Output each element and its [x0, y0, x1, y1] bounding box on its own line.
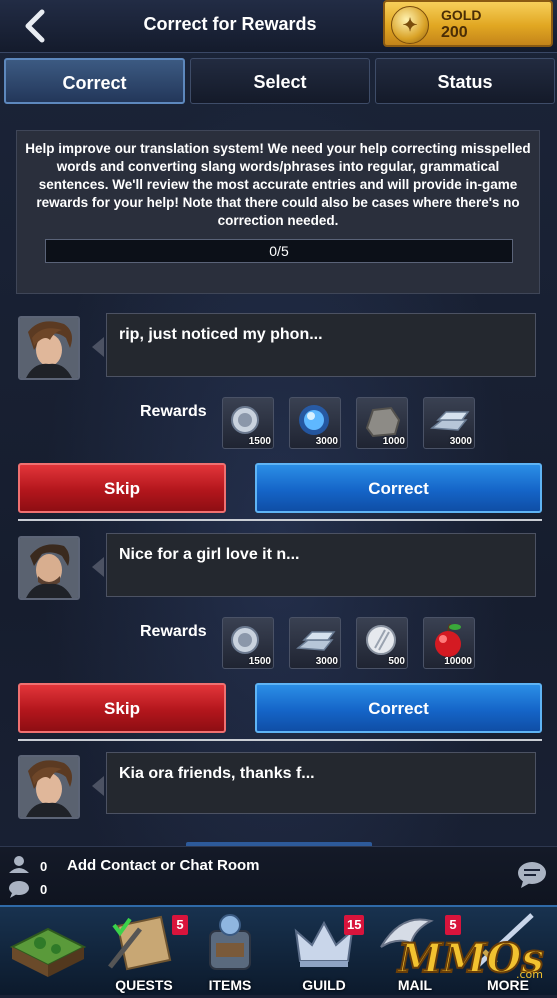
page-title: Correct for Rewards	[143, 14, 317, 34]
nav-quests[interactable]: 5 QUESTS	[100, 907, 188, 995]
correct-button[interactable]: Correct	[255, 463, 542, 513]
nav-items[interactable]: ITEMS	[186, 907, 274, 995]
progress-bar: 0/5	[45, 239, 513, 263]
guild-badge: 15	[344, 915, 365, 935]
gold-coin-icon: ✦	[391, 6, 429, 44]
reward-silver-ingot: 3000	[289, 617, 341, 669]
mmos-watermark-logo: MMOs .com	[392, 928, 552, 984]
contacts-count: 0	[40, 859, 48, 874]
message-bubble[interactable]: Kia ora friends, thanks f...	[106, 752, 536, 814]
bubble-tip	[92, 337, 104, 357]
add-contact-link[interactable]: Add Contact or Chat Room	[67, 857, 260, 874]
avatar	[18, 536, 80, 600]
gold-button[interactable]: ✦ GOLD 200	[383, 0, 553, 47]
world-map-icon	[9, 927, 87, 977]
reward-blue-orb: 3000	[289, 397, 341, 449]
bubble-tip	[92, 776, 104, 796]
nav-guild[interactable]: 15 GUILD	[280, 907, 368, 995]
avatar-portrait-icon	[20, 757, 78, 817]
reward-silver-coin: 1500	[222, 397, 274, 449]
bubble-tip	[92, 557, 104, 577]
nav-label: GUILD	[302, 977, 346, 993]
tab-status[interactable]: Status	[375, 58, 555, 104]
back-arrow-icon	[25, 9, 45, 43]
reward-count: 3000	[315, 436, 338, 447]
messages-icon	[9, 881, 29, 898]
reward-silver-coin: 1500	[222, 617, 274, 669]
nav-world-map[interactable]	[4, 907, 92, 995]
back-button[interactable]	[18, 8, 54, 44]
reward-count: 500	[388, 656, 405, 667]
divider	[18, 519, 542, 521]
info-text: Help improve our translation system! We …	[25, 141, 531, 228]
info-panel: Help improve our translation system! We …	[16, 130, 540, 294]
progress-text: 0/5	[269, 243, 289, 259]
backpack-icon	[209, 914, 251, 970]
message-text: Kia ora friends, thanks f...	[119, 765, 315, 782]
nav-label: ITEMS	[208, 977, 252, 993]
chat-bar: 0 0 Add Contact or Chat Room	[0, 846, 557, 905]
correct-button[interactable]: Correct	[255, 683, 542, 733]
reward-count: 10000	[444, 656, 472, 667]
contacts-icon	[9, 856, 29, 873]
tab-select[interactable]: Select	[190, 58, 370, 104]
reward-count: 3000	[449, 436, 472, 447]
nav-label: QUESTS	[115, 977, 173, 993]
reward-count: 1000	[382, 436, 405, 447]
avatar-portrait-icon	[20, 318, 78, 378]
avatar	[18, 755, 80, 819]
skip-button[interactable]: Skip	[18, 683, 226, 733]
skip-button[interactable]: Skip	[18, 463, 226, 513]
reward-apple: 10000	[423, 617, 475, 669]
gold-value: 200	[441, 24, 468, 41]
message-bubble[interactable]: rip, just noticed my phon...	[106, 313, 536, 377]
avatar-portrait-icon	[20, 538, 78, 598]
tab-correct[interactable]: Correct	[4, 58, 185, 104]
rewards-label: Rewards	[140, 623, 207, 640]
avatar	[18, 316, 80, 380]
reward-silver-medal: 500	[356, 617, 408, 669]
gold-label: GOLD	[441, 7, 482, 23]
reward-count: 3000	[315, 656, 338, 667]
message-bubble[interactable]: Nice for a girl love it n...	[106, 533, 536, 597]
message-text: rip, just noticed my phon...	[119, 326, 323, 343]
reward-silver-ingot: 3000	[423, 397, 475, 449]
tab-bar: Correct Select Status	[0, 58, 557, 106]
reward-stone-ore: 1000	[356, 397, 408, 449]
divider	[18, 739, 542, 741]
reward-count: 1500	[248, 436, 271, 447]
reward-count: 1500	[248, 656, 271, 667]
svg-text:.com: .com	[516, 968, 543, 981]
message-text: Nice for a girl love it n...	[119, 546, 300, 563]
messages-count: 0	[40, 882, 48, 897]
rewards-label: Rewards	[140, 403, 207, 420]
chat-bubble-icon[interactable]	[517, 861, 547, 889]
